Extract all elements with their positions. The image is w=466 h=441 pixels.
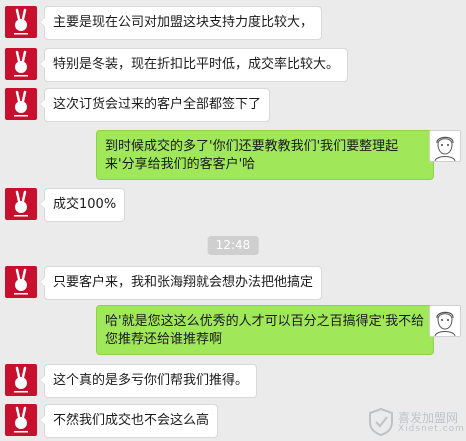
message-bubble-incoming[interactable]: 主要是现在公司对加盟这块支持力度比较大， xyxy=(38,6,323,40)
rabbit-logo-icon[interactable] xyxy=(5,188,37,220)
rabbit-logo-icon[interactable] xyxy=(5,88,37,120)
message-text: 哈'就是您这这么优秀的人才可以百分之百搞得定'我不给您推荐还给谁推荐啊 xyxy=(105,314,425,347)
message-text: 成交100% xyxy=(53,197,117,212)
message-row: 哈'就是您这这么优秀的人才可以百分之百搞得定'我不给您推荐还给谁推荐啊 xyxy=(0,305,466,355)
sketch-portrait-icon[interactable] xyxy=(429,305,461,337)
message-row: 只要客户来，我和张海翔就会想办法把他搞定 xyxy=(0,266,466,300)
rabbit-logo-icon[interactable] xyxy=(5,48,37,80)
message-row: 成交100% xyxy=(0,188,466,222)
rabbit-logo-icon[interactable] xyxy=(5,6,37,38)
message-bubble-incoming[interactable]: 这次订货会过来的客户全部都签下了 xyxy=(38,88,271,122)
watermark: 喜发加盟网 Xidsnet.com xyxy=(368,407,464,437)
message-row: 这次订货会过来的客户全部都签下了 xyxy=(0,88,466,122)
message-row: 主要是现在公司对加盟这块支持力度比较大， xyxy=(0,6,466,40)
message-row: 这个真的是多亏你们帮我们推得。 xyxy=(0,364,466,398)
timestamp-badge: 12:48 xyxy=(207,236,259,255)
message-text: 主要是现在公司对加盟这块支持力度比较大， xyxy=(53,15,314,30)
sketch-portrait-icon[interactable] xyxy=(429,130,461,162)
message-text: 只要客户来，我和张海翔就会想办法把他搞定 xyxy=(53,275,314,290)
message-bubble-outgoing[interactable]: 哈'就是您这这么优秀的人才可以百分之百搞得定'我不给您推荐还给谁推荐啊 xyxy=(96,305,439,355)
message-bubble-incoming[interactable]: 只要客户来，我和张海翔就会想办法把他搞定 xyxy=(38,266,323,300)
rabbit-logo-icon[interactable] xyxy=(5,364,37,396)
rabbit-logo-icon[interactable] xyxy=(5,266,37,298)
message-bubble-outgoing[interactable]: 到时候成交的多了'你们还要教教我们'我们要整理起来'分享给我们的客客户'哈 xyxy=(96,130,439,180)
message-bubble-incoming[interactable]: 这个真的是多亏你们帮我们推得。 xyxy=(38,364,258,398)
message-row: 到时候成交的多了'你们还要教教我们'我们要整理起来'分享给我们的客客户'哈 xyxy=(0,130,466,180)
message-bubble-incoming[interactable]: 特别是冬装，现在折扣比平时低，成交率比较大。 xyxy=(38,48,349,82)
message-text: 到时候成交的多了'你们还要教教我们'我们要整理起来'分享给我们的客客户'哈 xyxy=(105,139,399,172)
message-bubble-incoming[interactable]: 不然我们成交也不会这么高 xyxy=(38,404,219,438)
message-bubble-incoming[interactable]: 成交100% xyxy=(38,188,126,222)
message-text: 特别是冬装，现在折扣比平时低，成交率比较大。 xyxy=(53,57,340,72)
message-text: 这次订货会过来的客户全部都签下了 xyxy=(53,97,262,112)
message-text: 不然我们成交也不会这么高 xyxy=(53,413,210,428)
message-text: 这个真的是多亏你们帮我们推得。 xyxy=(53,373,249,388)
shield-logo-icon xyxy=(369,408,393,436)
message-row: 特别是冬装，现在折扣比平时低，成交率比较大。 xyxy=(0,48,466,82)
rabbit-logo-icon[interactable] xyxy=(5,404,37,436)
watermark-domain: Xidsnet.com xyxy=(398,424,465,434)
